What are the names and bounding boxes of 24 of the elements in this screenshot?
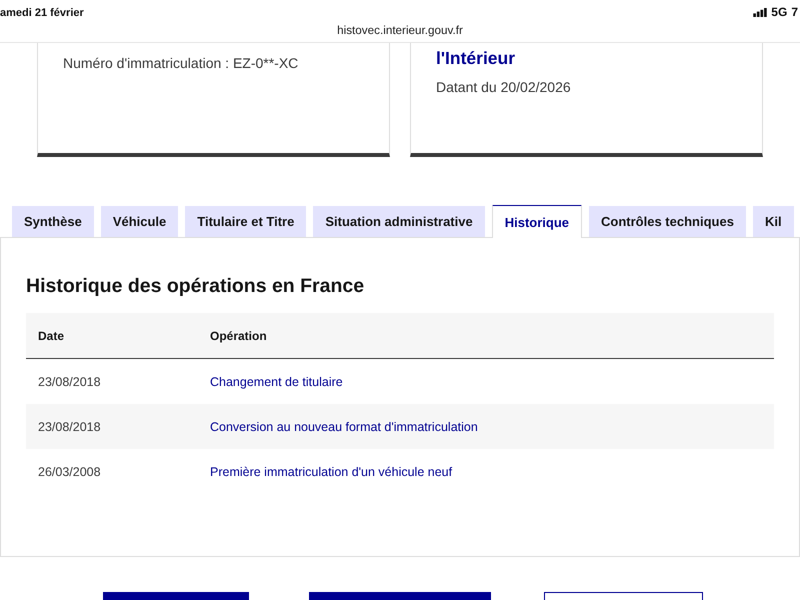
date-cell-text: 26/03/2008 [37,464,102,478]
signal-icon [753,8,768,16]
date-cell-text: 23/08/2018 [37,374,102,388]
card-text: Numéro d'immatriculation : EZ-0**-XC [63,54,300,72]
date-cell-text: 23/08/2018 [37,420,102,434]
operation-link[interactable]: Conversion au nouveau format d'immatriculation [210,420,478,434]
network-label: 5G [771,5,788,19]
card-title: l'Intérieur [436,47,516,69]
tab[interactable]: Synthèse [12,206,94,237]
status-date: amedi 21 février [0,6,84,18]
tab[interactable]: Kil [752,206,794,237]
tab[interactable]: Titulaire et Titre [185,206,306,237]
battery-label: 7 [791,5,798,19]
operation-link[interactable]: Première immatriculation d'un véhicule neuf [210,464,452,478]
column-header: Date [37,328,66,342]
operation-link[interactable]: Changement de titulaire [210,374,343,388]
section-heading: Historique des opérations en France [26,274,366,299]
column-header: Opération [209,328,268,342]
tab[interactable]: Historique [492,205,582,238]
url-text[interactable]: histovec.interieur.gouv.fr [337,24,463,38]
card-text: Datant du 20/02/2026 [436,78,572,96]
tab[interactable]: Situation administrative [313,206,485,237]
tab[interactable]: Contrôles techniques [589,206,746,237]
tab[interactable]: Véhicule [100,206,178,237]
